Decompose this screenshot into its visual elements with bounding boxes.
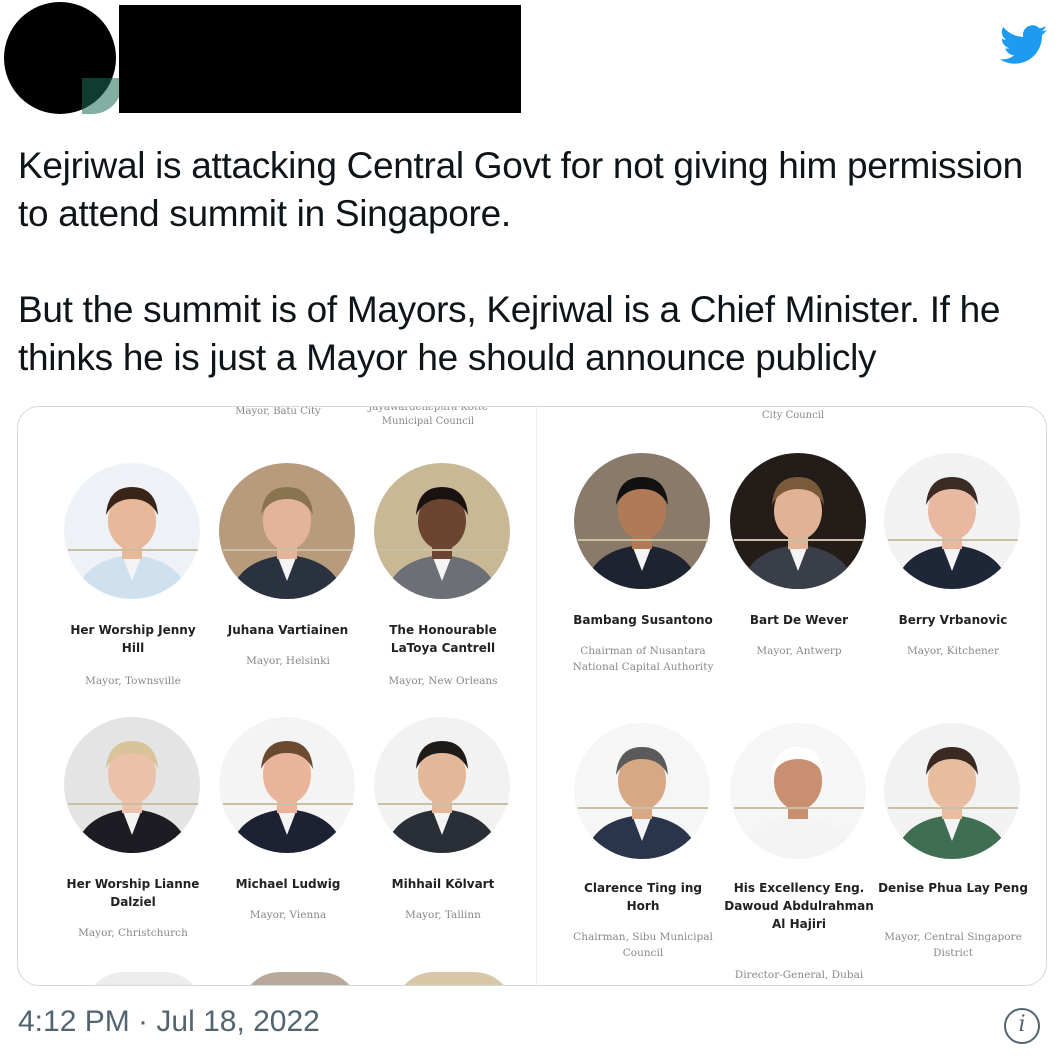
person-name: Berry Vrbanovic	[898, 613, 1008, 627]
redacted-author-name[interactable]	[119, 5, 521, 113]
person-name: Bart De Wever	[749, 613, 849, 627]
person-name: Bambang Susantono	[573, 613, 713, 627]
tweet-paragraph-1: Kejriwal is attacking Central Govt for n…	[18, 145, 1023, 234]
info-circle-icon[interactable]: i	[1004, 1008, 1040, 1044]
portrait-photo	[64, 717, 200, 853]
name-rule	[68, 549, 198, 551]
person-name: The Honourable LaToya Cantrell	[389, 623, 497, 655]
person-name: Mihhail Kõlvart	[391, 877, 495, 891]
name-rule	[734, 539, 864, 541]
person-role: Mayor, Helsinki	[246, 655, 330, 667]
person-name: Denise Phua Lay Peng	[878, 881, 1028, 895]
person-role: Chairman of Nusantara National Capital A…	[572, 645, 714, 673]
name-rule	[578, 539, 708, 541]
name-rule	[734, 807, 864, 809]
name-rule	[578, 807, 708, 809]
portrait-photo	[64, 463, 200, 599]
top-caption: City Council	[761, 410, 825, 421]
portrait-photo	[730, 723, 866, 859]
top-caption: Jayawardenepura Kotte Municipal Council	[368, 406, 488, 427]
person-role: Mayor, Kitchener	[906, 645, 1000, 657]
person-name: Clarence Ting ing Horh	[584, 881, 702, 913]
top-caption: Mayor, Batu City	[235, 406, 321, 417]
person-role: Mayor, Antwerp	[756, 645, 842, 657]
portrait-photo	[219, 463, 355, 599]
tweet-timestamp[interactable]: 4:12 PM · Jul 18, 2022	[18, 1005, 320, 1039]
name-rule	[378, 549, 508, 551]
name-rule	[223, 549, 353, 551]
person-name: Her Worship Jenny Hill	[70, 623, 196, 655]
person-role: Mayor, Central Singapore District	[884, 931, 1022, 959]
portrait-photo	[219, 717, 355, 853]
partial-portrait	[84, 972, 204, 985]
name-rule	[378, 803, 508, 805]
portrait-photo	[374, 463, 510, 599]
avatar-shade	[82, 78, 122, 114]
person-name: Michael Ludwig	[235, 877, 341, 891]
person-role: Mayor, Tallinn	[405, 909, 481, 921]
portrait-photo	[884, 723, 1020, 859]
twitter-bird-icon[interactable]	[1000, 24, 1048, 66]
person-role: Mayor, Vienna	[249, 909, 327, 921]
partial-portrait	[240, 972, 360, 985]
person-name: Juhana Vartiainen	[227, 623, 349, 637]
name-rule	[223, 803, 353, 805]
person-name: Her Worship Lianne Dalziel	[66, 877, 200, 909]
person-role: Mayor, Townsville	[85, 675, 181, 687]
portrait-photo	[374, 717, 510, 853]
person-name: His Excellency Eng. Dawoud Abdulrahman A…	[724, 881, 874, 931]
tweet-paragraph-2: But the summit is of Mayors, Kejriwal is…	[18, 289, 1001, 378]
name-rule	[888, 539, 1018, 541]
portrait-photo	[884, 453, 1020, 589]
attached-image[interactable]: Mayor, Batu City Jayawardenepura Kotte M…	[17, 406, 1047, 986]
person-role: Mayor, Christchurch	[78, 927, 188, 939]
person-role: Director-General, Dubai	[734, 969, 864, 981]
portrait-photo	[730, 453, 866, 589]
tweet-text: Kejriwal is attacking Central Govt for n…	[18, 142, 1038, 382]
partial-portrait	[394, 972, 514, 985]
name-rule	[68, 803, 198, 805]
image-divider	[536, 407, 537, 985]
portrait-photo	[574, 453, 710, 589]
portrait-photo	[574, 723, 710, 859]
name-rule	[888, 807, 1018, 809]
person-role: Chairman, Sibu Municipal Council	[573, 931, 713, 959]
person-role: Mayor, New Orleans	[388, 675, 498, 687]
